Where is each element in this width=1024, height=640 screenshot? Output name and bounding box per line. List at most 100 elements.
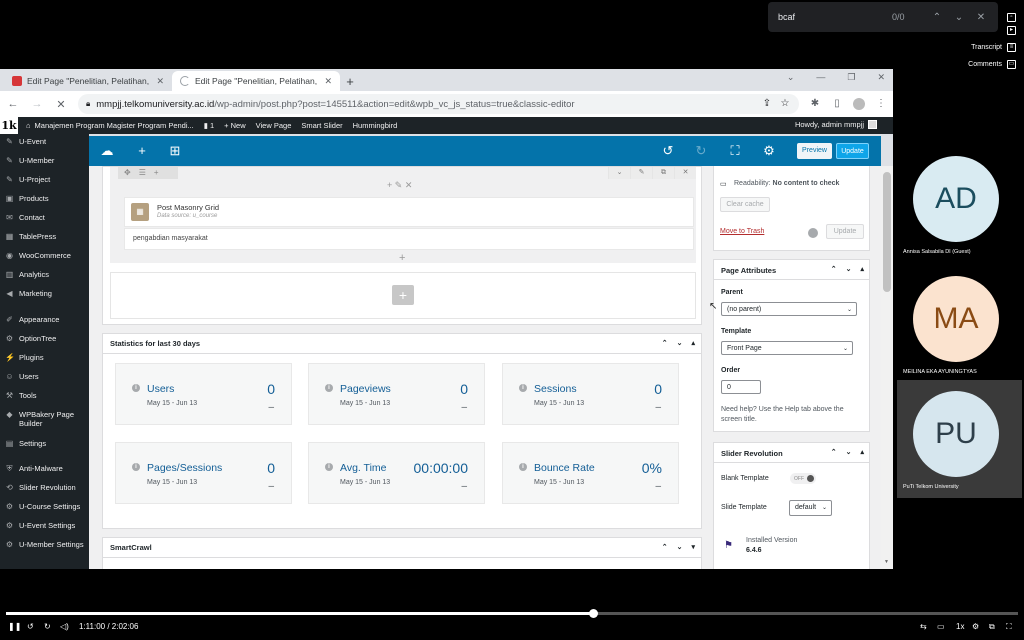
- forward-icon[interactable]: ↻: [44, 622, 51, 631]
- home-icon[interactable]: ⌂: [26, 121, 31, 130]
- sidebar-item-settings[interactable]: ▤ Settings: [5, 439, 89, 448]
- sidebar-item-u-event-settings[interactable]: ⚙ U-Event Settings: [5, 521, 89, 530]
- tab-search-icon[interactable]: ⌄: [787, 72, 795, 83]
- fullscreen-icon[interactable]: ⛶: [727, 143, 743, 159]
- tab-close-icon[interactable]: ✕: [324, 76, 332, 87]
- move-down-icon[interactable]: ⌄: [677, 339, 683, 347]
- sidebar-item-analytics[interactable]: ▥ Analytics: [5, 270, 89, 279]
- volume-icon[interactable]: ◁): [60, 622, 69, 631]
- maximize-icon[interactable]: ❐: [847, 72, 855, 83]
- blank-template-toggle[interactable]: OFF: [790, 473, 816, 484]
- picture-in-picture-icon[interactable]: ⧉: [989, 622, 995, 632]
- delete-column-icon[interactable]: ✕: [405, 180, 413, 190]
- settings-gear-icon[interactable]: ⚙: [761, 143, 777, 159]
- slider-revolution-header[interactable]: Slider Revolution ⌃ ⌄ ▴: [714, 443, 869, 463]
- participant-tile[interactable]: AD Annisa Salsabila DI (Guest): [897, 145, 1022, 263]
- layout-icon[interactable]: ☰: [139, 167, 146, 179]
- comments-icon[interactable]: ▭: [1007, 60, 1016, 69]
- howdy-user[interactable]: Howdy, admin mmpjj: [795, 120, 864, 129]
- sidepanel-icon[interactable]: ▯: [831, 98, 843, 110]
- comments-label[interactable]: Comments: [968, 61, 1002, 68]
- scrollbar-thumb[interactable]: [883, 172, 891, 292]
- parent-select[interactable]: (no parent) ⌄: [721, 302, 857, 316]
- sidebar-item-u-member[interactable]: ✎ U-Member: [5, 156, 89, 165]
- info-icon[interactable]: i: [519, 384, 527, 392]
- add-column-icon[interactable]: +: [154, 167, 159, 179]
- stat-name[interactable]: Users: [147, 383, 174, 395]
- move-down-icon[interactable]: ⌄: [846, 448, 852, 456]
- info-icon[interactable]: i: [132, 384, 140, 392]
- bookmark-star-icon[interactable]: ☆: [779, 98, 791, 110]
- toggle-panel-icon[interactable]: ▴: [691, 339, 695, 347]
- transcript-icon[interactable]: ≡: [1007, 43, 1016, 52]
- hummingbird-link[interactable]: Hummingbird: [353, 121, 398, 130]
- find-prev-icon[interactable]: ⌃: [930, 12, 944, 23]
- close-window-icon[interactable]: ✕: [877, 72, 885, 83]
- clone-row-icon[interactable]: ⧉: [652, 167, 674, 179]
- site-logo[interactable]: 1k: [0, 117, 18, 134]
- stat-name[interactable]: Sessions: [534, 383, 577, 395]
- add-element-icon[interactable]: +: [387, 180, 392, 190]
- share-icon[interactable]: ⇆: [920, 622, 927, 631]
- sidebar-item-slider-revolution[interactable]: ⟲ Slider Revolution: [5, 483, 89, 492]
- address-bar[interactable]: 🔒︎ mmpjj.telkomuniversity.ac.id/wp-admin…: [78, 94, 799, 114]
- info-icon[interactable]: i: [325, 463, 333, 471]
- add-element-icon[interactable]: +: [399, 252, 405, 264]
- menu-dots-icon[interactable]: ⋮: [875, 98, 887, 110]
- tab-close-icon[interactable]: ✕: [156, 76, 164, 87]
- page-scrollbar[interactable]: ▼: [881, 166, 893, 569]
- view-page-link[interactable]: View Page: [256, 121, 292, 130]
- window-icon[interactable]: ▫: [1007, 13, 1016, 22]
- play-icon[interactable]: ▸: [1007, 26, 1016, 35]
- fullscreen-icon[interactable]: ⛶: [1006, 622, 1012, 632]
- sidebar-item-plugins[interactable]: ⚡ Plugins: [5, 353, 89, 362]
- templates-icon[interactable]: ⊞: [167, 143, 183, 159]
- redo-icon[interactable]: ↻: [693, 143, 709, 159]
- move-to-trash-link[interactable]: Move to Trash: [720, 228, 764, 235]
- minimize-icon[interactable]: —: [816, 72, 825, 83]
- move-up-icon[interactable]: ⌃: [662, 339, 668, 347]
- post-masonry-grid-element[interactable]: ▦ Post Masonry Grid Data source: u_cours…: [124, 197, 694, 227]
- comments-icon[interactable]: ▮ 1: [204, 121, 214, 130]
- toggle-panel-icon[interactable]: ▾: [691, 543, 695, 551]
- sidebar-item-contact[interactable]: ✉ Contact: [5, 213, 89, 222]
- new-content-link[interactable]: + New: [224, 121, 245, 130]
- sidebar-item-u-course-settings[interactable]: ⚙ U-Course Settings: [5, 502, 89, 511]
- move-up-icon[interactable]: ⌃: [831, 448, 837, 456]
- stat-name[interactable]: Avg. Time: [340, 462, 387, 474]
- sidebar-item-anti-malware[interactable]: ⛨ Anti-Malware: [5, 464, 89, 473]
- move-down-icon[interactable]: ⌄: [846, 265, 852, 273]
- undo-icon[interactable]: ↺: [660, 143, 676, 159]
- statistics-header[interactable]: Statistics for last 30 days ⌃ ⌄ ▴: [103, 334, 701, 354]
- update-button[interactable]: Update: [836, 143, 869, 159]
- sidebar-item-optiontree[interactable]: ⚙ OptionTree: [5, 334, 89, 343]
- toggle-row-icon[interactable]: ⌄: [608, 167, 630, 179]
- move-up-icon[interactable]: ⌃: [662, 543, 668, 551]
- pause-icon[interactable]: ❚❚: [8, 622, 21, 631]
- share-icon[interactable]: ⇪: [761, 98, 773, 110]
- transcript-label[interactable]: Transcript: [971, 44, 1002, 51]
- order-input[interactable]: 0: [721, 380, 761, 394]
- scroll-down-icon[interactable]: ▼: [884, 559, 889, 565]
- progress-handle[interactable]: [588, 609, 598, 618]
- info-icon[interactable]: i: [132, 463, 140, 471]
- captions-icon[interactable]: ▭: [937, 622, 945, 631]
- stat-name[interactable]: Pages/Sessions: [147, 462, 222, 474]
- back-icon[interactable]: ←: [6, 98, 20, 110]
- template-select[interactable]: Front Page ⌄: [721, 341, 853, 355]
- publish-update-button[interactable]: Update: [826, 224, 864, 239]
- forward-icon[interactable]: →: [30, 98, 44, 110]
- lock-icon[interactable]: 🔒︎: [86, 99, 90, 109]
- smart-slider-link[interactable]: Smart Slider: [301, 121, 342, 130]
- user-avatar[interactable]: [868, 120, 877, 129]
- stop-icon[interactable]: ✕: [54, 98, 68, 111]
- sidebar-item-wpbakery-page-builder[interactable]: ◆ WPBakery Page Builder: [5, 410, 89, 428]
- wpbakery-logo-icon[interactable]: ☁: [96, 143, 118, 159]
- slide-template-select[interactable]: default ⌄: [789, 500, 832, 516]
- video-progress-bar[interactable]: [6, 609, 1018, 618]
- participant-tile[interactable]: MA MEILINA EKA AYUNINGTYAS: [897, 265, 1022, 383]
- sidebar-item-tools[interactable]: ⚒ Tools: [5, 391, 89, 400]
- participant-tile[interactable]: PU PuTi Telkom University: [897, 380, 1022, 498]
- sidebar-item-tablepress[interactable]: ▦ TablePress: [5, 232, 89, 241]
- sidebar-item-products[interactable]: ▣ Products: [5, 194, 89, 203]
